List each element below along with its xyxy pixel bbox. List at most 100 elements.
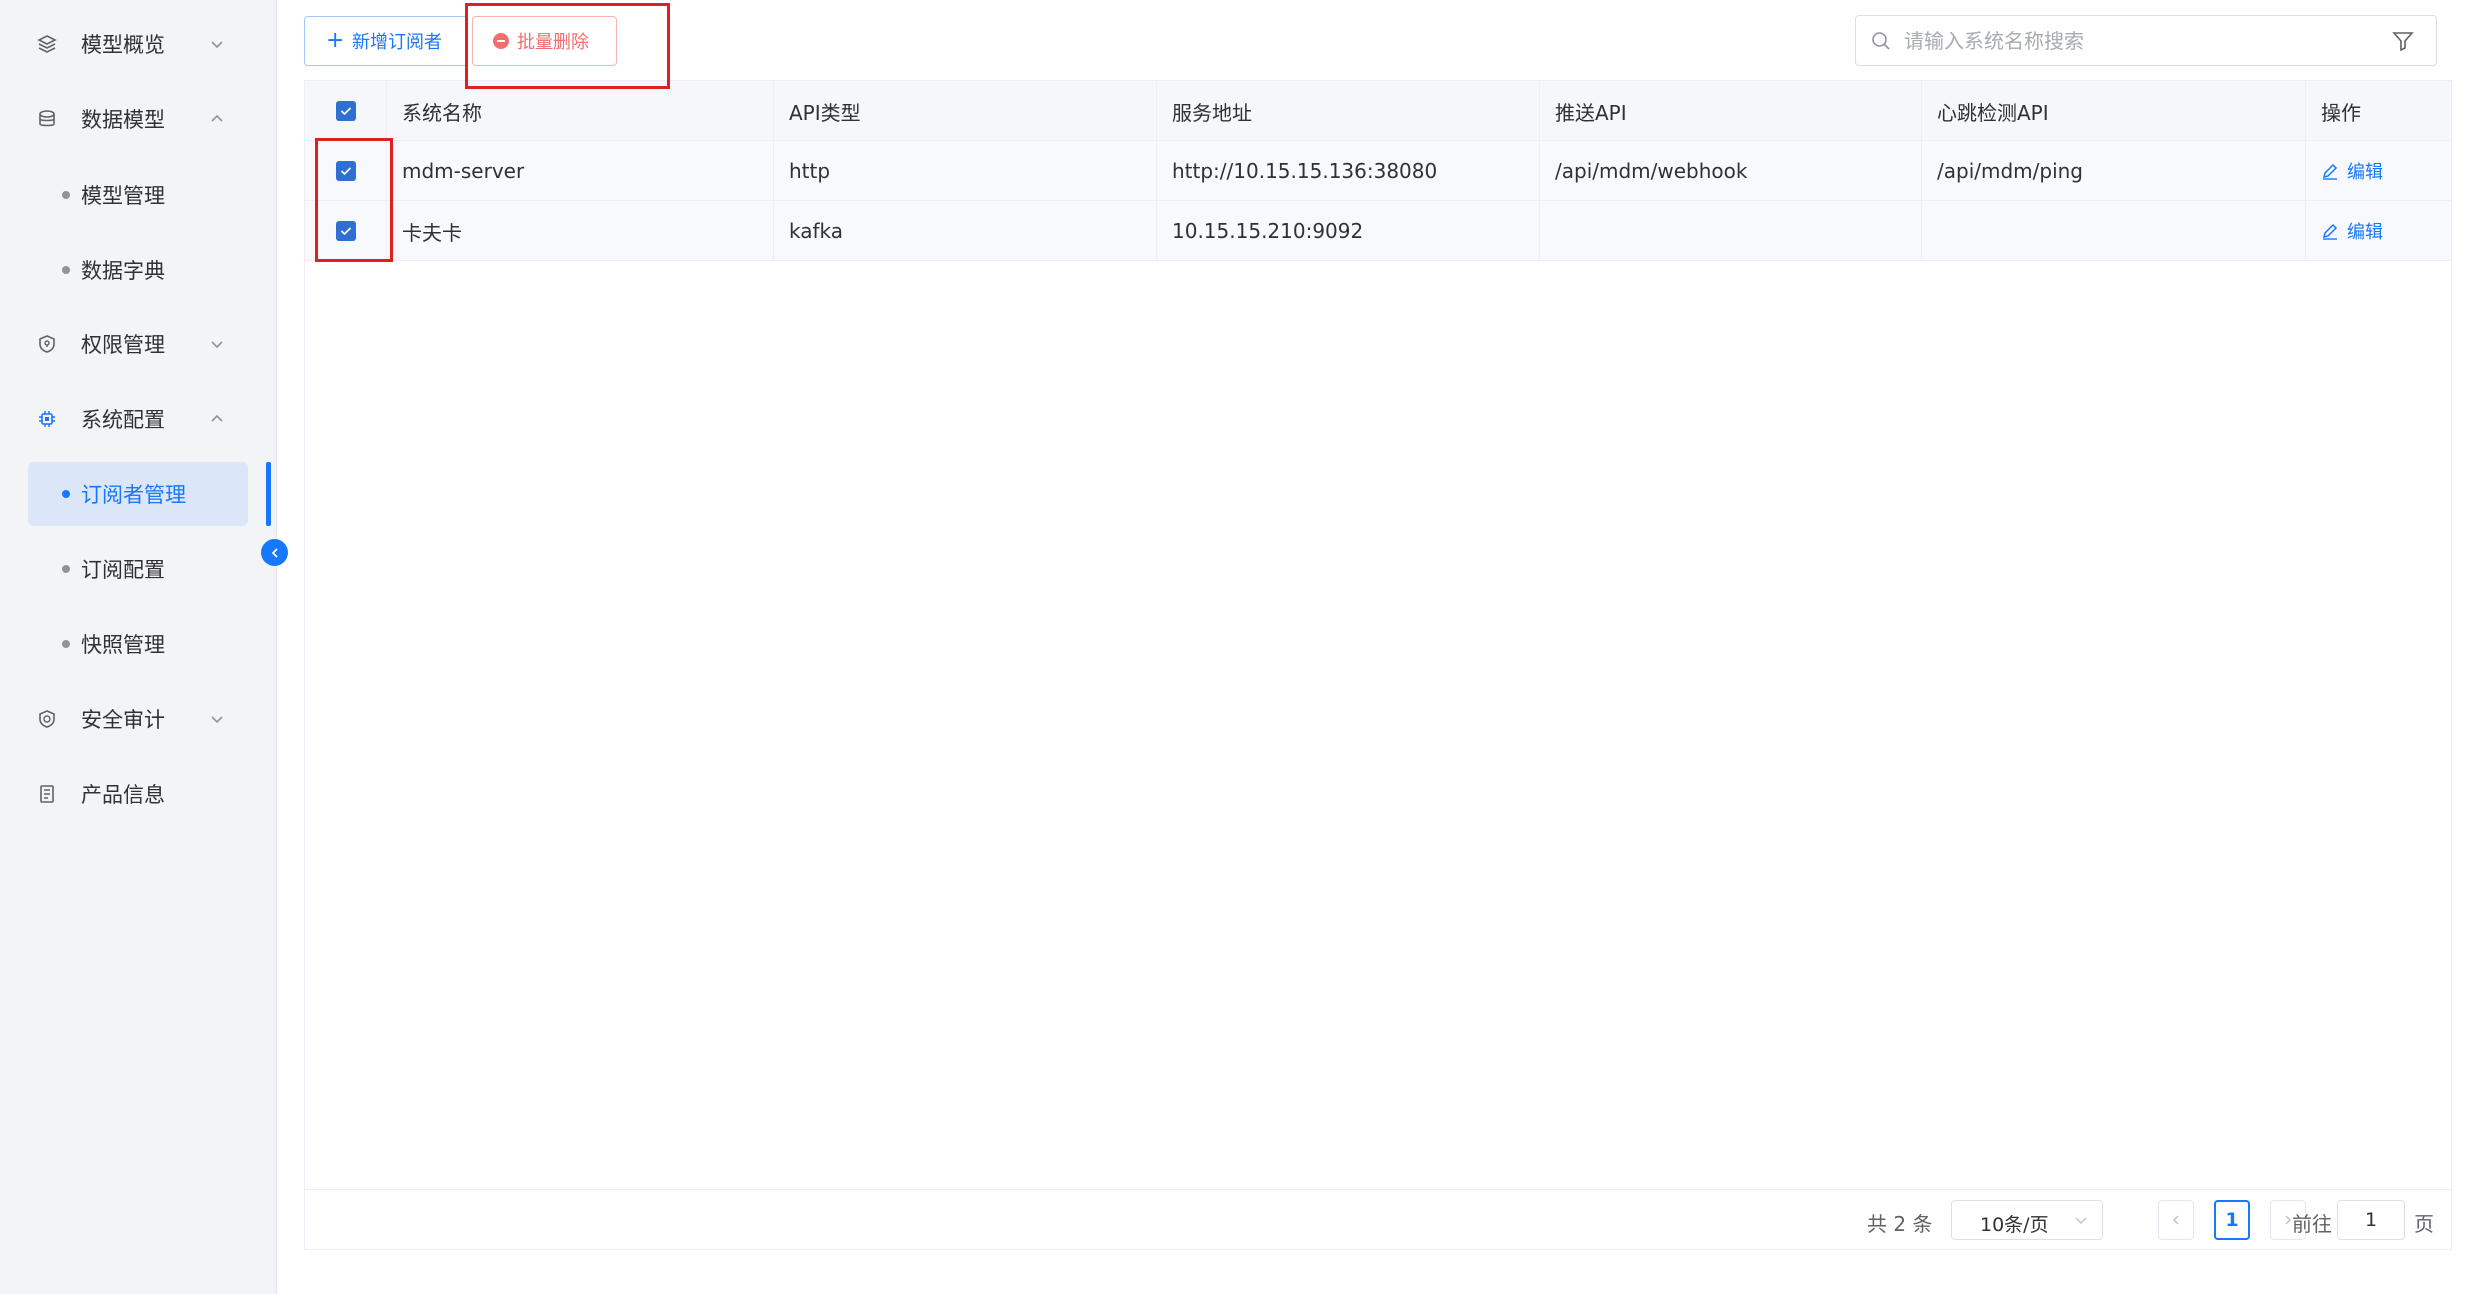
menu-item-system-config[interactable]: 系统配置	[0, 384, 273, 454]
check-icon	[340, 167, 352, 176]
chevron-up-icon	[207, 109, 227, 129]
column-header-service-address[interactable]: 服务地址	[1157, 81, 1540, 141]
bullet-dot	[62, 490, 70, 498]
edit-icon	[2322, 223, 2338, 240]
edit-label: 编辑	[2347, 162, 2383, 183]
column-header-push-api[interactable]: 推送API	[1540, 81, 1922, 141]
sidebar-item-subscription-config[interactable]: 订阅配置	[28, 537, 248, 601]
total-count: 共 2 条	[1867, 1212, 1933, 1236]
cell-action: 编辑	[2306, 201, 2451, 261]
pagination: 共 2 条 10条/页 1 前往 页	[305, 1189, 2451, 1249]
shield-check-icon	[34, 706, 60, 732]
menu-item-security-audit[interactable]: 安全审计	[0, 684, 273, 754]
search-input[interactable]	[1904, 24, 2364, 58]
bullet-dot	[62, 266, 70, 274]
menu-item-product-info[interactable]: 产品信息	[0, 759, 273, 829]
chevron-left-icon	[271, 547, 278, 558]
cell-action: 编辑	[2306, 141, 2451, 201]
edit-label: 编辑	[2347, 222, 2383, 243]
minus-circle-icon	[493, 33, 509, 49]
column-header-action: 操作	[2321, 100, 2361, 125]
main-panel: + 新增订阅者 批量删除 系统名称 API类型	[276, 0, 2482, 1294]
sidebar-item-snapshot-management[interactable]: 快照管理	[28, 612, 248, 676]
bullet-dot	[62, 191, 70, 199]
sub-item-label: 模型管理	[81, 184, 165, 208]
column-header-system-name[interactable]: 系统名称	[387, 81, 774, 141]
menu-label: 系统配置	[81, 408, 165, 432]
sidebar-item-data-dictionary[interactable]: 数据字典	[28, 238, 248, 302]
edit-button[interactable]: 编辑	[2321, 158, 2383, 184]
chip-icon	[34, 406, 60, 432]
column-header-api-type[interactable]: API类型	[774, 81, 1157, 141]
goto-prefix: 前往	[2292, 1212, 2332, 1236]
menu-label: 安全审计	[81, 708, 165, 732]
bullet-dot	[62, 565, 70, 573]
chevron-up-icon	[207, 409, 227, 429]
cell-api-type: kafka	[774, 201, 1157, 261]
goto-suffix: 页	[2414, 1212, 2434, 1236]
check-icon	[340, 107, 352, 116]
cell-heartbeat-api	[1922, 201, 2306, 261]
document-icon	[34, 781, 60, 807]
row-checkbox[interactable]	[336, 161, 356, 181]
menu-label: 模型概览	[81, 33, 165, 57]
menu-label: 数据模型	[81, 108, 165, 132]
row-checkbox-cell	[305, 201, 387, 261]
add-subscriber-button[interactable]: + 新增订阅者	[304, 16, 468, 66]
plus-icon: +	[326, 28, 345, 53]
cell-service-address: 10.15.15.210:9092	[1157, 201, 1540, 261]
sidebar-collapse-button[interactable]	[261, 539, 288, 566]
table-row: 卡夫卡 kafka 10.15.15.210:9092 编辑	[305, 201, 2451, 261]
search-icon	[1872, 32, 1890, 50]
sidebar-item-subscriber-management[interactable]: 订阅者管理	[28, 462, 248, 526]
row-checkbox-cell	[305, 141, 387, 201]
edit-button[interactable]: 编辑	[2321, 218, 2383, 244]
filter-icon[interactable]	[2390, 28, 2416, 54]
search-box[interactable]	[1855, 15, 2437, 66]
menu-label: 权限管理	[81, 333, 165, 357]
page-size-value: 10条/页	[1980, 1214, 2049, 1236]
cell-push-api	[1540, 201, 1922, 261]
sub-item-label: 快照管理	[81, 633, 165, 657]
cell-system-name: 卡夫卡	[387, 201, 774, 261]
edit-icon	[2322, 163, 2338, 180]
prev-page-button[interactable]	[2158, 1200, 2194, 1240]
app: 模型概览 数据模型 模型管理 数据字典 权限管理 系统配置 订阅者管理 订阅配置…	[0, 0, 2482, 1294]
cell-push-api: /api/mdm/webhook	[1540, 141, 1922, 201]
chevron-left-icon	[2172, 1215, 2179, 1225]
column-header-heartbeat-api[interactable]: 心跳检测API	[1922, 81, 2306, 141]
menu-item-data-model[interactable]: 数据模型	[0, 84, 273, 154]
chevron-down-icon	[207, 334, 227, 354]
bullet-dot	[62, 640, 70, 648]
check-icon	[340, 227, 352, 236]
database-icon	[34, 106, 60, 132]
shield-icon	[34, 331, 60, 357]
page-number-current[interactable]: 1	[2214, 1200, 2250, 1240]
active-indicator	[266, 462, 271, 526]
chevron-down-icon	[207, 34, 227, 54]
menu-item-model-overview[interactable]: 模型概览	[0, 9, 273, 79]
page-size-select[interactable]: 10条/页	[1951, 1200, 2103, 1240]
cell-api-type: http	[774, 141, 1157, 201]
cell-service-address: http://10.15.15.136:38080	[1157, 141, 1540, 201]
goto-page-input[interactable]	[2337, 1200, 2405, 1240]
menu-label: 产品信息	[81, 783, 165, 807]
cell-system-name: mdm-server	[387, 141, 774, 201]
sidebar: 模型概览 数据模型 模型管理 数据字典 权限管理 系统配置 订阅者管理 订阅配置…	[0, 0, 273, 1294]
menu-item-permission[interactable]: 权限管理	[0, 309, 273, 379]
sidebar-item-model-management[interactable]: 模型管理	[28, 163, 248, 227]
sub-item-label: 订阅者管理	[81, 483, 186, 507]
chevron-down-icon	[207, 709, 227, 729]
subscriber-table: 系统名称 API类型 服务地址 推送API 心跳检测API 操作 mdm-ser…	[304, 80, 2452, 1250]
table-header: 系统名称 API类型 服务地址 推送API 心跳检测API 操作	[305, 81, 2451, 141]
chevron-down-icon	[2075, 1217, 2087, 1225]
header-checkbox-cell	[305, 81, 387, 141]
cell-heartbeat-api: /api/mdm/ping	[1922, 141, 2306, 201]
select-all-checkbox[interactable]	[336, 101, 356, 121]
layers-icon	[34, 31, 60, 57]
batch-delete-button[interactable]: 批量删除	[472, 16, 617, 66]
row-checkbox[interactable]	[336, 221, 356, 241]
button-label: 新增订阅者	[352, 32, 442, 53]
sub-item-label: 数据字典	[81, 259, 165, 283]
sub-item-label: 订阅配置	[81, 558, 165, 582]
